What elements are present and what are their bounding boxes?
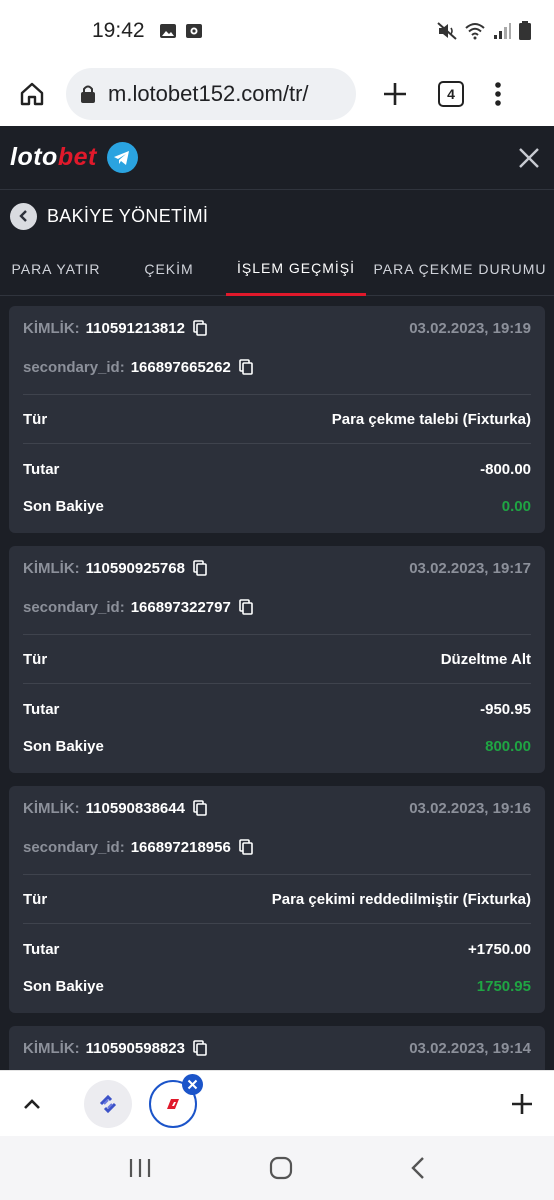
page-title: BAKİYE YÖNETİMİ [47,205,209,226]
close-icon [187,1079,198,1089]
transaction-amount: -950.95 [480,700,531,718]
copy-icon[interactable] [193,800,207,816]
status-time: 19:42 [92,19,145,42]
transaction-card: KİMLİK: 110590838644 03.02.2023, 19:16 s… [9,786,545,1013]
copy-icon[interactable] [239,359,253,375]
home-button[interactable] [0,62,64,126]
transaction-card: KİMLİK: 110590925768 03.02.2023, 19:17 s… [9,546,545,773]
transaction-amount: +1750.00 [468,940,531,958]
balance-label: Son Bakiye [23,737,104,755]
id-label: KİMLİK: [23,319,80,337]
id-label: KİMLİK: [23,1039,80,1057]
mute-icon [437,22,457,40]
url-text: m.lotobet152.com/tr/ [108,81,309,106]
type-label: Tür [23,410,48,428]
lotobet-tab-shortcut[interactable] [149,1073,203,1128]
transaction-card: KİMLİK: 110590598823 03.02.2023, 19:14 s… [9,1026,545,1070]
balance-label: Son Bakiye [23,977,104,995]
close-button[interactable] [514,143,544,173]
type-label: Tür [23,890,48,908]
transaction-amount: -800.00 [480,460,531,478]
plus-icon [512,1093,532,1114]
home-nav-icon[interactable] [269,1156,293,1180]
transaction-date: 03.02.2023, 19:17 [409,559,531,577]
section-header: BAKİYE YÖNETİMİ [0,190,554,242]
home-icon [20,82,44,106]
balance-value: 800.00 [485,737,531,755]
wifi-icon [465,23,485,40]
tab-cekim[interactable]: ÇEKİM [112,242,226,296]
close-shortcut-button[interactable] [182,1073,203,1095]
address-bar[interactable]: m.lotobet152.com/tr/ [66,68,356,120]
app-header: lotobet [0,126,554,190]
browser-bar: m.lotobet152.com/tr/ 4 [0,62,554,126]
more-menu-icon[interactable] [494,81,502,107]
tab-bar: PARA YATIR ÇEKİM İŞLEM GEÇMİŞİ PARA ÇEKM… [0,242,554,296]
bottom-toolbar [0,1070,554,1136]
secondary-id: 166897218956 [130,838,231,856]
sync-icon [99,1094,117,1113]
battery-icon [519,21,531,40]
secondary-id-label: secondary_id: [23,838,125,856]
image-icon [159,24,176,38]
back-button[interactable] [10,202,37,230]
balance-value: 0.00 [501,497,531,515]
transaction-card: KİMLİK: 110591213812 03.02.2023, 19:19 s… [9,306,545,533]
tab-switcher-button[interactable]: 4 [438,81,464,107]
back-nav-icon[interactable] [410,1156,426,1180]
tab-islem-gecmisi[interactable]: İŞLEM GEÇMİŞİ [226,242,366,296]
amount-label: Tutar [23,460,60,478]
id-label: KİMLİK: [23,559,80,577]
lock-icon [81,85,95,103]
app-shortcut-button[interactable] [84,1079,132,1128]
copy-icon[interactable] [239,839,253,855]
new-tab-icon[interactable] [382,81,408,107]
expand-toolbar-button[interactable] [0,1097,64,1111]
transaction-date: 03.02.2023, 19:14 [409,1039,531,1057]
transaction-type: Para çekme talebi (Fixturka) [331,410,531,428]
status-bar: 19:42 [0,0,554,62]
transaction-id: 110590925768 [85,559,185,577]
transaction-type: Düzeltme Alt [440,650,531,668]
signal-icon [494,23,511,39]
transaction-id: 110591213812 [85,319,185,337]
id-label: KİMLİK: [23,799,80,817]
copy-icon[interactable] [193,1040,207,1056]
telegram-icon[interactable] [106,142,138,173]
tab-para-yatir[interactable]: PARA YATIR [0,242,112,296]
transaction-id: 110590838644 [85,799,185,817]
type-label: Tür [23,650,48,668]
recents-icon[interactable] [128,1157,152,1179]
add-button[interactable] [490,1093,554,1115]
chevron-up-icon [24,1098,40,1109]
system-nav-bar [0,1136,554,1200]
amount-label: Tutar [23,940,60,958]
balance-label: Son Bakiye [23,497,104,515]
chevron-left-icon [18,210,27,222]
amount-label: Tutar [23,700,60,718]
secondary-id: 166897665262 [130,358,231,376]
lotobet-logo[interactable]: lotobet [10,143,97,172]
secondary-id-label: secondary_id: [23,598,125,616]
balance-value: 1750.95 [476,977,531,995]
close-icon [519,147,539,168]
transaction-date: 03.02.2023, 19:16 [409,799,531,817]
screen-record-icon [185,24,202,38]
secondary-id-label: secondary_id: [23,358,125,376]
copy-icon[interactable] [239,599,253,615]
transaction-date: 03.02.2023, 19:19 [409,319,531,337]
transaction-type: Para çekimi reddedilmiştir (Fixturka) [271,890,531,908]
transaction-list: KİMLİK: 110591213812 03.02.2023, 19:19 s… [0,296,554,1070]
secondary-id: 166897322797 [130,598,231,616]
copy-icon[interactable] [193,560,207,576]
tab-para-cekme-durumu[interactable]: PARA ÇEKME DURUMU [366,242,554,296]
app-panel: lotobet BAKİYE YÖNETİMİ PARA YATIR ÇEKİM… [0,126,554,1070]
copy-icon[interactable] [193,320,207,336]
transaction-id: 110590598823 [85,1039,185,1057]
lotobet-mini-icon [167,1098,179,1109]
